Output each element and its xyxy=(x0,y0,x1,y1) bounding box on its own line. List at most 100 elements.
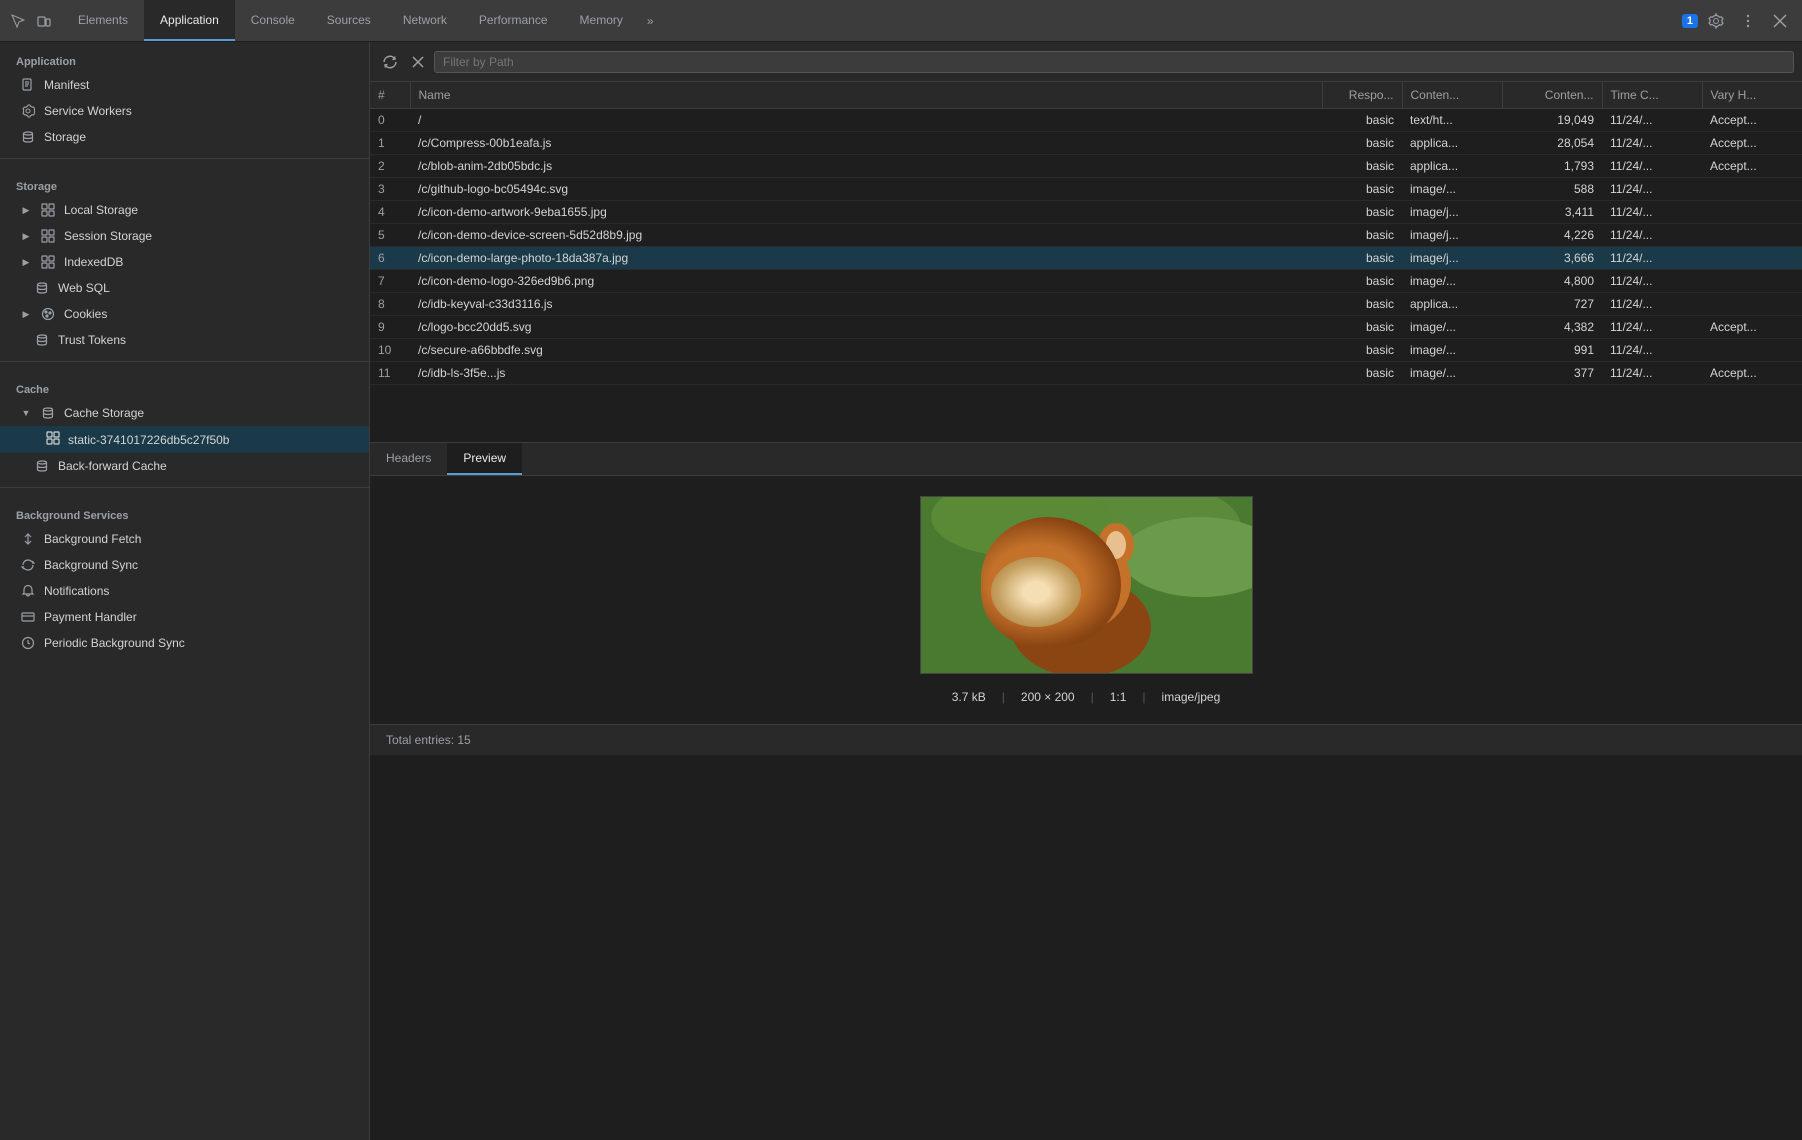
sidebar-payment-handler-label: Payment Handler xyxy=(44,610,137,624)
cell-response: basic xyxy=(1322,247,1402,270)
cell-content-length: 4,382 xyxy=(1502,316,1602,339)
cell-time: 11/24/... xyxy=(1602,132,1702,155)
sidebar-item-bg-fetch[interactable]: Background Fetch xyxy=(0,526,369,552)
tab-performance[interactable]: Performance xyxy=(463,0,564,41)
cell-name: /c/secure-a66bbdfe.svg xyxy=(410,339,1322,362)
select-tool-icon[interactable] xyxy=(8,11,28,31)
cell-num: 5 xyxy=(370,224,410,247)
settings-icon[interactable] xyxy=(1702,7,1730,35)
sidebar-item-periodic-bg-sync[interactable]: Periodic Background Sync xyxy=(0,630,369,656)
notification-badge: 1 xyxy=(1682,14,1698,28)
clock-icon xyxy=(20,635,36,651)
cell-content-length: 3,666 xyxy=(1502,247,1602,270)
cell-vary: Accept... xyxy=(1702,109,1802,132)
cell-num: 4 xyxy=(370,201,410,224)
sidebar-item-cache-storage[interactable]: ▼ Cache Storage xyxy=(0,400,369,426)
file-icon xyxy=(20,77,36,93)
divider-3 xyxy=(0,487,369,488)
cell-response: basic xyxy=(1322,201,1402,224)
db-icon xyxy=(20,129,36,145)
cell-content-length: 1,793 xyxy=(1502,155,1602,178)
tab-elements[interactable]: Elements xyxy=(62,0,144,41)
sync-icon xyxy=(20,557,36,573)
sidebar-item-web-sql[interactable]: Web SQL xyxy=(0,275,369,301)
cell-time: 11/24/... xyxy=(1602,224,1702,247)
image-dimensions: 200 × 200 xyxy=(1021,690,1075,704)
cell-num: 9 xyxy=(370,316,410,339)
cell-content-type: text/ht... xyxy=(1402,109,1502,132)
cell-content-length: 4,800 xyxy=(1502,270,1602,293)
tab-more-icon[interactable]: » xyxy=(639,0,662,41)
cell-content-type: image/j... xyxy=(1402,201,1502,224)
sidebar-item-payment-handler[interactable]: Payment Handler xyxy=(0,604,369,630)
sidebar-item-manifest[interactable]: Manifest xyxy=(0,72,369,98)
preview-panel: Headers Preview xyxy=(370,442,1802,755)
table-row[interactable]: 4 /c/icon-demo-artwork-9eba1655.jpg basi… xyxy=(370,201,1802,224)
cell-content-length: 377 xyxy=(1502,362,1602,385)
more-options-icon[interactable] xyxy=(1734,7,1762,35)
tab-headers[interactable]: Headers xyxy=(370,443,447,475)
table-row[interactable]: 10 /c/secure-a66bbdfe.svg basic image/..… xyxy=(370,339,1802,362)
grid-icon-local xyxy=(40,202,56,218)
sidebar-trust-tokens-label: Trust Tokens xyxy=(58,333,126,347)
cell-vary: Accept... xyxy=(1702,362,1802,385)
table-row[interactable]: 2 /c/blob-anim-2db05bdc.js basic applica… xyxy=(370,155,1802,178)
table-row[interactable]: 8 /c/idb-keyval-c33d3116.js basic applic… xyxy=(370,293,1802,316)
preview-tab-list: Headers Preview xyxy=(370,443,1802,476)
cell-num: 3 xyxy=(370,178,410,201)
sidebar-section-cache: Cache xyxy=(0,370,369,400)
cell-num: 7 xyxy=(370,270,410,293)
sidebar-indexeddb-label: IndexedDB xyxy=(64,255,123,269)
cell-vary xyxy=(1702,270,1802,293)
table-row[interactable]: 6 /c/icon-demo-large-photo-18da387a.jpg … xyxy=(370,247,1802,270)
sidebar-notifications-label: Notifications xyxy=(44,584,109,598)
cell-response: basic xyxy=(1322,155,1402,178)
cell-vary xyxy=(1702,224,1802,247)
table-row[interactable]: 9 /c/logo-bcc20dd5.svg basic image/... 4… xyxy=(370,316,1802,339)
cell-time: 11/24/... xyxy=(1602,178,1702,201)
cell-content-length: 28,054 xyxy=(1502,132,1602,155)
cell-response: basic xyxy=(1322,132,1402,155)
clear-button[interactable] xyxy=(406,50,430,74)
grid-icon-cache-static xyxy=(46,431,60,448)
cell-time: 11/24/... xyxy=(1602,316,1702,339)
cell-response: basic xyxy=(1322,178,1402,201)
sidebar-item-local-storage[interactable]: ▶ Local Storage xyxy=(0,197,369,223)
sidebar-item-notifications[interactable]: Notifications xyxy=(0,578,369,604)
sidebar-bg-sync-label: Background Sync xyxy=(44,558,138,572)
tab-console[interactable]: Console xyxy=(235,0,311,41)
cell-content-type: image/j... xyxy=(1402,224,1502,247)
sidebar-cache-storage-label: Cache Storage xyxy=(64,406,144,420)
tab-network[interactable]: Network xyxy=(387,0,463,41)
sidebar-item-trust-tokens[interactable]: Trust Tokens xyxy=(0,327,369,353)
tab-preview[interactable]: Preview xyxy=(447,443,522,475)
cell-num: 6 xyxy=(370,247,410,270)
tab-sources[interactable]: Sources xyxy=(311,0,387,41)
close-devtools-icon[interactable] xyxy=(1766,7,1794,35)
sidebar-item-back-forward-cache[interactable]: Back-forward Cache xyxy=(0,453,369,479)
sidebar-item-session-storage[interactable]: ▶ Session Storage xyxy=(0,223,369,249)
separator-3: | xyxy=(1142,690,1145,704)
sidebar-item-cookies[interactable]: ▶ Cookies xyxy=(0,301,369,327)
sidebar-periodic-bg-sync-label: Periodic Background Sync xyxy=(44,636,185,650)
table-row[interactable]: 0 / basic text/ht... 19,049 11/24/... Ac… xyxy=(370,109,1802,132)
tab-application[interactable]: Application xyxy=(144,0,235,41)
tab-memory[interactable]: Memory xyxy=(564,0,639,41)
toolbar-icons xyxy=(0,11,62,31)
sidebar-item-bg-sync[interactable]: Background Sync xyxy=(0,552,369,578)
sidebar-item-service-workers[interactable]: Service Workers xyxy=(0,98,369,124)
cell-name: /c/icon-demo-artwork-9eba1655.jpg xyxy=(410,201,1322,224)
sidebar-item-cache-static[interactable]: static-3741017226db5c27f50b xyxy=(0,426,369,453)
refresh-button[interactable] xyxy=(378,50,402,74)
sidebar-item-storage-app[interactable]: Storage xyxy=(0,124,369,150)
table-row[interactable]: 1 /c/Compress-00b1eafa.js basic applica.… xyxy=(370,132,1802,155)
table-row[interactable]: 11 /c/idb-ls-3f5e...js basic image/... 3… xyxy=(370,362,1802,385)
table-row[interactable]: 7 /c/icon-demo-logo-326ed9b6.png basic i… xyxy=(370,270,1802,293)
table-row[interactable]: 3 /c/github-logo-bc05494c.svg basic imag… xyxy=(370,178,1802,201)
device-toggle-icon[interactable] xyxy=(34,11,54,31)
cell-time: 11/24/... xyxy=(1602,339,1702,362)
cell-num: 2 xyxy=(370,155,410,178)
table-row[interactable]: 5 /c/icon-demo-device-screen-5d52d8b9.jp… xyxy=(370,224,1802,247)
sidebar-item-indexeddb[interactable]: ▶ IndexedDB xyxy=(0,249,369,275)
filter-input[interactable] xyxy=(434,51,1794,73)
